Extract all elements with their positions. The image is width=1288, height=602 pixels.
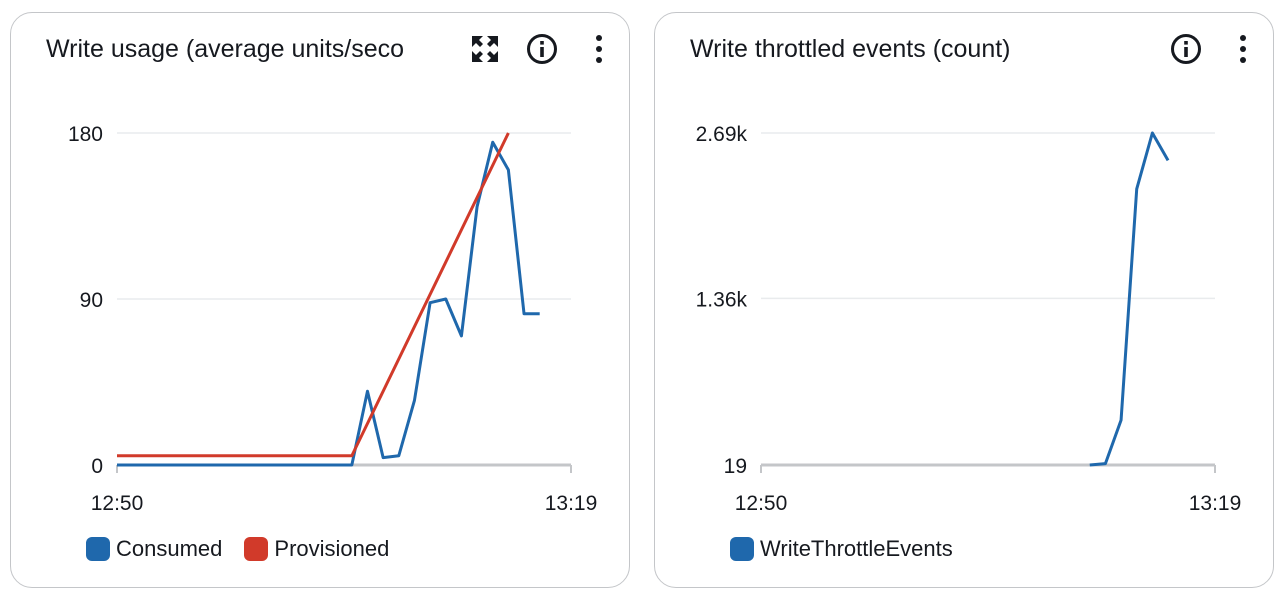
- legend-swatch: [730, 537, 754, 561]
- y-tick-label: 2.69k: [696, 123, 748, 146]
- legend: WriteThrottleEvents: [730, 535, 975, 563]
- legend-label: Provisioned: [274, 536, 390, 561]
- series-line-consumed: [117, 140, 540, 467]
- legend: Consumed Provisioned: [86, 535, 411, 563]
- y-tick-label: 19: [724, 455, 747, 478]
- legend-label: WriteThrottleEvents: [760, 536, 953, 561]
- y-tick-label: 1.36k: [696, 288, 748, 311]
- legend-item-consumed[interactable]: Consumed: [86, 535, 222, 563]
- x-tick-label: 13:19: [545, 492, 598, 515]
- y-tick-label: 0: [91, 455, 103, 478]
- x-tick-label: 13:19: [1189, 492, 1242, 515]
- legend-swatch: [244, 537, 269, 561]
- x-tick-label: 12:50: [735, 492, 788, 515]
- legend-item-writethrottleevents[interactable]: WriteThrottleEvents: [730, 535, 953, 563]
- write-throttled-widget: Write throttled events (count) 19 1.36k 2.…: [654, 12, 1274, 588]
- legend-item-provisioned[interactable]: Provisioned: [244, 535, 389, 563]
- x-tick-label: 12:50: [91, 492, 144, 515]
- y-tick-label: 90: [80, 289, 103, 312]
- series-line-provisioned: [117, 132, 510, 458]
- y-tick-label: 180: [68, 123, 103, 146]
- legend-label: Consumed: [116, 536, 223, 561]
- write-usage-widget: Write usage (average units/seco 0 90 180 12…: [10, 12, 630, 588]
- write-usage-chart: 0 90 180 12:50 13:19: [68, 123, 598, 515]
- legend-swatch: [86, 537, 110, 561]
- write-throttled-chart: 19 1.36k 2.69k 12:50 13:19: [696, 123, 1242, 515]
